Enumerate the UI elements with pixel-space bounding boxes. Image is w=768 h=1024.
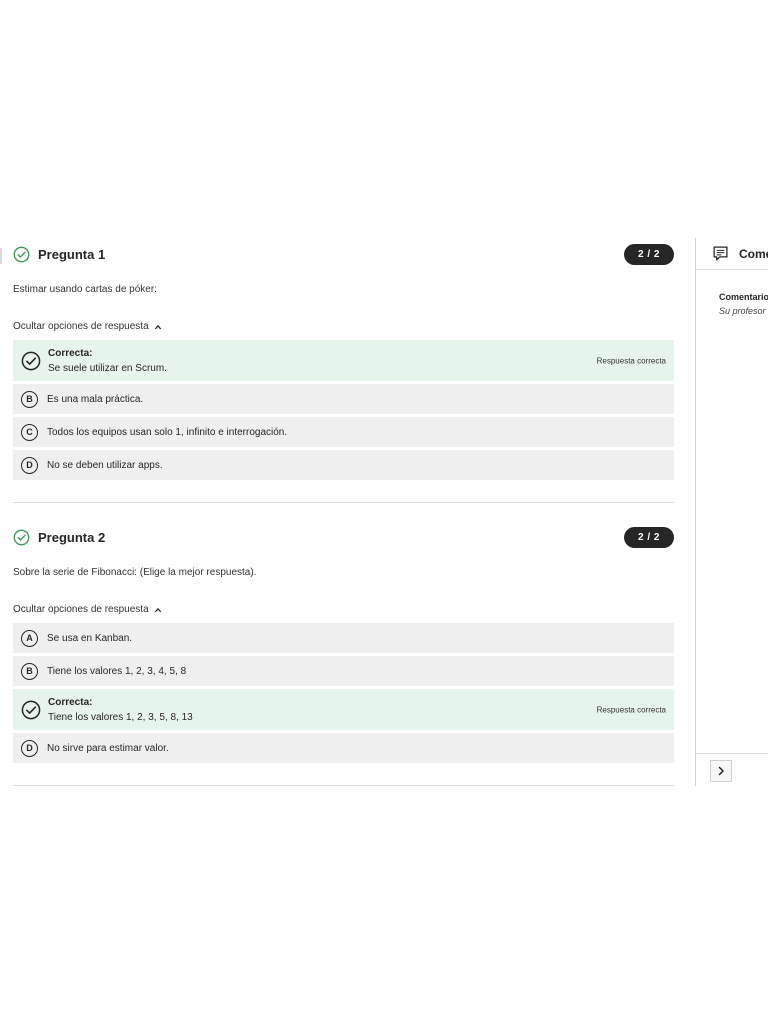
option-text: Tiene los valores 1, 2, 3, 5, 8, 13	[48, 711, 193, 723]
chevron-up-icon	[154, 607, 161, 612]
option-body: Correcta: Tiene los valores 1, 2, 3, 5, …	[48, 697, 193, 723]
answer-option-c[interactable]: Correcta: Tiene los valores 1, 2, 3, 5, …	[13, 689, 674, 730]
comments-label: Comentarios	[719, 292, 768, 302]
question-title: Pregunta 2	[38, 529, 106, 545]
option-letter: B	[21, 390, 38, 408]
option-letter: D	[21, 739, 38, 757]
toggle-answer-options[interactable]: Ocultar opciones de respuesta	[13, 321, 674, 332]
correct-label: Correcta:	[48, 347, 93, 359]
option-text: Tiene los valores 1, 2, 3, 4, 5, 8	[47, 665, 187, 677]
check-circle-icon	[13, 246, 30, 262]
question-header: Pregunta 1 2 / 2	[13, 240, 674, 268]
score-badge: 2 / 2	[624, 243, 674, 265]
comment-icon	[713, 246, 728, 261]
answer-option-b[interactable]: B Es una mala práctica.	[13, 384, 674, 414]
answer-option-b[interactable]: B Tiene los valores 1, 2, 3, 4, 5, 8	[13, 656, 674, 686]
option-letter: A	[21, 629, 38, 647]
quiz-results: Pregunta 1 2 / 2 Estimar usando cartas d…	[13, 240, 674, 806]
toggle-label: Ocultar opciones de respuesta	[13, 321, 149, 332]
check-circle-icon	[13, 529, 30, 545]
question-divider	[13, 502, 674, 503]
question-divider	[13, 785, 674, 786]
option-text: Se usa en Kanban.	[47, 632, 133, 644]
option-body: Correcta: Se suele utilizar en Scrum.	[48, 348, 167, 374]
chevron-up-icon	[154, 324, 161, 329]
option-letter: D	[21, 456, 38, 474]
option-letter: C	[21, 423, 38, 441]
correct-answer-tag: Respuesta correcta	[596, 705, 666, 714]
check-circle-icon	[21, 700, 41, 719]
option-text: Se suele utilizar en Scrum.	[48, 362, 167, 374]
question-text: Estimar usando cartas de póker:	[13, 284, 157, 295]
correct-label: Correcta:	[48, 696, 93, 708]
question-title: Pregunta 1	[38, 246, 106, 262]
question-title-group: Pregunta 2	[13, 529, 105, 546]
answer-option-d[interactable]: D No sirve para estimar valor.	[13, 733, 674, 763]
answer-option-a[interactable]: Correcta: Se suele utilizar en Scrum. Re…	[13, 340, 674, 381]
answer-option-d[interactable]: D No se deben utilizar apps.	[13, 450, 674, 480]
question-1: Pregunta 1 2 / 2 Estimar usando cartas d…	[13, 240, 674, 480]
instructor-note: Su profesor	[719, 306, 766, 316]
expand-panel-button[interactable]	[710, 760, 732, 782]
question-2: Pregunta 2 2 / 2 Sobre la serie de Fibon…	[13, 523, 674, 763]
left-edge-marker	[0, 248, 2, 264]
question-title-group: Pregunta 1	[13, 246, 105, 263]
option-text: Todos los equipos usan solo 1, infinito …	[47, 426, 288, 438]
panel-title: Comentarios	[739, 246, 768, 261]
panel-footer	[696, 753, 768, 786]
question-header: Pregunta 2 2 / 2	[13, 523, 674, 551]
option-text: Es una mala práctica.	[47, 393, 144, 405]
answer-options: Correcta: Se suele utilizar en Scrum. Re…	[13, 340, 674, 480]
chevron-right-icon	[718, 766, 724, 776]
correct-answer-tag: Respuesta correcta	[596, 356, 666, 365]
option-letter: B	[21, 662, 38, 680]
check-circle-icon	[21, 351, 41, 370]
toggle-answer-options[interactable]: Ocultar opciones de respuesta	[13, 604, 674, 615]
answer-option-c[interactable]: C Todos los equipos usan solo 1, infinit…	[13, 417, 674, 447]
answer-options: A Se usa en Kanban. B Tiene los valores …	[13, 623, 674, 763]
answer-option-a[interactable]: A Se usa en Kanban.	[13, 623, 674, 653]
question-text: Sobre la serie de Fibonacci: (Elige la m…	[13, 567, 257, 578]
panel-body: Comentarios Su profesor	[696, 270, 768, 316]
score-badge: 2 / 2	[624, 526, 674, 548]
option-text: No se deben utilizar apps.	[47, 459, 163, 471]
comments-panel: Comentarios Comentarios Su profesor	[695, 238, 768, 786]
option-text: No sirve para estimar valor.	[47, 742, 169, 754]
toggle-label: Ocultar opciones de respuesta	[13, 604, 149, 615]
panel-header[interactable]: Comentarios	[696, 238, 768, 270]
